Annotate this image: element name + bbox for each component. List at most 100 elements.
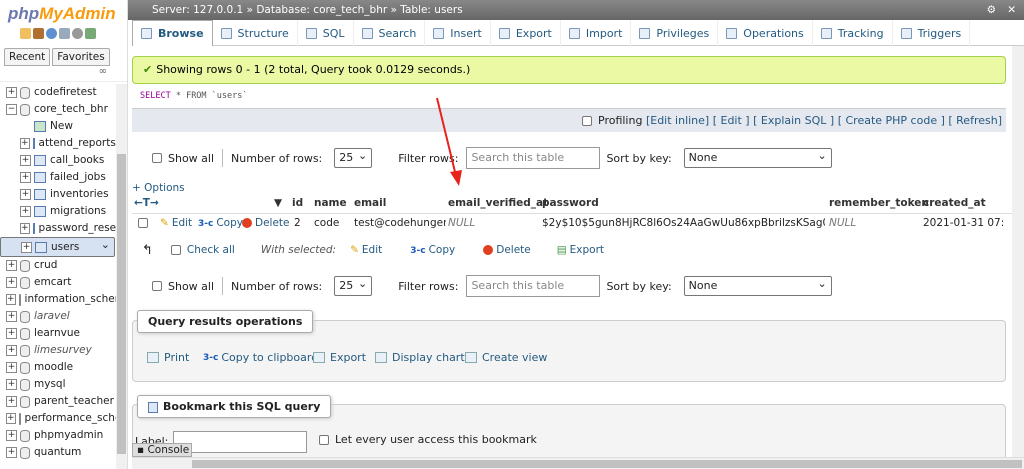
tree-item[interactable]: + users [0,236,115,257]
main-horizontal-scrollbar[interactable] [132,457,1024,469]
bulk-delete-button[interactable]: Delete [483,244,531,256]
col-name[interactable]: name [314,194,347,212]
bulk-edit-button[interactable]: ✎ Edit [350,244,382,256]
tab-recent[interactable]: Recent [4,48,51,66]
tree-item[interactable]: + password_rese [0,220,116,237]
left-scrollbar-thumb[interactable] [117,154,126,454]
tab-browse[interactable]: Browse [132,20,213,46]
tree-item[interactable]: + parent_teacher [0,393,115,410]
tree-item[interactable]: + call_books [0,152,115,169]
cell-remember-token[interactable]: NULL [829,214,856,232]
display-chart-link[interactable]: Display chart [375,351,465,364]
expand-icon[interactable]: + [20,223,30,234]
expand-icon[interactable]: + [6,87,17,98]
help-icon[interactable] [46,28,57,39]
tree-item[interactable]: + laravel [0,308,115,325]
expand-icon[interactable]: + [6,328,17,339]
tree-item[interactable]: − core_tech_bhr [0,101,115,118]
expand-icon[interactable]: + [20,206,31,217]
expand-icon[interactable]: + [21,241,32,253]
tree-item[interactable]: + failed_jobs [0,169,115,186]
rows-select[interactable]: 25 [334,147,373,168]
sort-dropdown-icon[interactable]: ▼ [274,194,282,212]
expand-icon[interactable]: + [6,396,17,407]
bulk-copy-button[interactable]: 3-c Copy [410,244,455,256]
tab-structure[interactable]: Structure [213,20,298,46]
cell-name[interactable]: code [314,214,339,232]
cell-email-verified-at[interactable]: NULL [448,214,475,232]
expand-icon[interactable]: + [6,294,16,305]
link-with-main-icon[interactable]: ∞ [0,66,127,82]
tree-item[interactable]: + crud [0,257,115,274]
tree-item[interactable]: + codefiretest [0,84,115,101]
expand-icon[interactable]: + [6,447,17,458]
expand-icon[interactable]: + [6,413,16,424]
sql-query-display[interactable]: SELECT * FROM `users` [140,91,247,101]
expand-icon[interactable]: + [20,172,31,183]
expand-icon[interactable]: + [6,379,17,390]
col-remember-token[interactable]: remember_token [829,194,929,212]
bookmark-legend[interactable]: Bookmark this SQL query [137,395,332,418]
tree-item[interactable]: + limesurvey [0,342,115,359]
settings-icon[interactable]: ⚙ [987,0,996,20]
tab-sql[interactable]: SQL [298,20,354,46]
options-link[interactable]: + Options [132,182,185,194]
sort-key-select-bottom[interactable]: None [683,275,832,296]
tree-item[interactable]: + quantum [0,444,115,461]
expand-icon[interactable]: + [6,311,17,322]
tab-import[interactable]: Import [561,20,632,46]
tab-insert[interactable]: Insert [425,20,491,46]
cell-id[interactable]: 2 [294,214,301,232]
tree-item[interactable]: + learnvue [0,325,115,342]
tab-operations[interactable]: Operations [718,20,813,46]
share-bookmark-checkbox[interactable] [319,435,329,445]
profiling-checkbox[interactable] [582,116,592,126]
expand-icon[interactable]: + [20,189,31,200]
close-icon[interactable]: ✕ [1007,0,1016,20]
tree-item[interactable]: New [0,118,115,135]
tree-item[interactable]: + phpmyadmin [0,427,115,444]
expand-icon[interactable]: + [6,277,17,288]
row-delete-link[interactable]: Delete [242,214,290,232]
main-vertical-scrollbar[interactable] [1012,46,1024,457]
copy-to-clipboard-link[interactable]: 3-c Copy to clipboard [203,351,318,364]
cell-password[interactable]: $2y$10$5gun8HjRC8l6Os24AaGwUu86xpBbrilzs… [542,214,825,232]
bookmark-label-input[interactable] [173,431,307,453]
tree-item[interactable]: + moodle [0,359,115,376]
expand-icon[interactable]: + [20,155,31,166]
tab-triggers[interactable]: Triggers [893,20,971,46]
create-view-link[interactable]: Create view [465,351,547,364]
show-all-checkbox-bottom[interactable] [152,281,162,291]
print-link[interactable]: Print [147,351,189,364]
expand-icon[interactable]: + [6,362,17,373]
tab-tracking[interactable]: Tracking [813,20,893,46]
tab-privileges[interactable]: Privileges [631,20,719,46]
column-arrows[interactable]: ←T→ [134,194,159,212]
reload-icon[interactable] [85,28,96,39]
check-all-label[interactable]: Check all [187,244,235,256]
expand-icon[interactable]: + [6,260,17,271]
tab-search[interactable]: Search [354,20,426,46]
tab-export[interactable]: Export [491,20,561,46]
tree-item[interactable]: + information_scher [0,291,119,308]
row-copy-link[interactable]: 3-c Copy [198,214,243,232]
show-all-checkbox[interactable] [152,153,162,163]
expand-icon[interactable]: − [6,104,17,115]
logout-icon[interactable] [33,28,44,39]
filter-rows-input[interactable]: Search this table [466,147,601,169]
expand-icon[interactable]: + [20,138,30,149]
tree-item[interactable]: + attend_reports [0,135,116,152]
expand-icon[interactable]: + [6,345,17,356]
phpmyadmin-logo[interactable]: phpMyAdmin [0,0,127,28]
home-icon[interactable] [20,28,31,39]
left-scrollbar[interactable] [116,84,127,469]
row-checkbox[interactable] [138,214,148,232]
col-email-verified-at[interactable]: email_verified_at [448,194,548,212]
horizontal-scrollbar-thumb[interactable] [192,460,1022,468]
bulk-export-button[interactable]: ▤ Export [557,244,604,256]
tree-item[interactable]: + emcart [0,274,115,291]
col-email[interactable]: email [354,194,386,212]
col-id[interactable]: id [292,194,303,212]
cell-email[interactable]: test@codehunger.in [354,214,446,232]
gear-icon[interactable] [72,28,83,39]
